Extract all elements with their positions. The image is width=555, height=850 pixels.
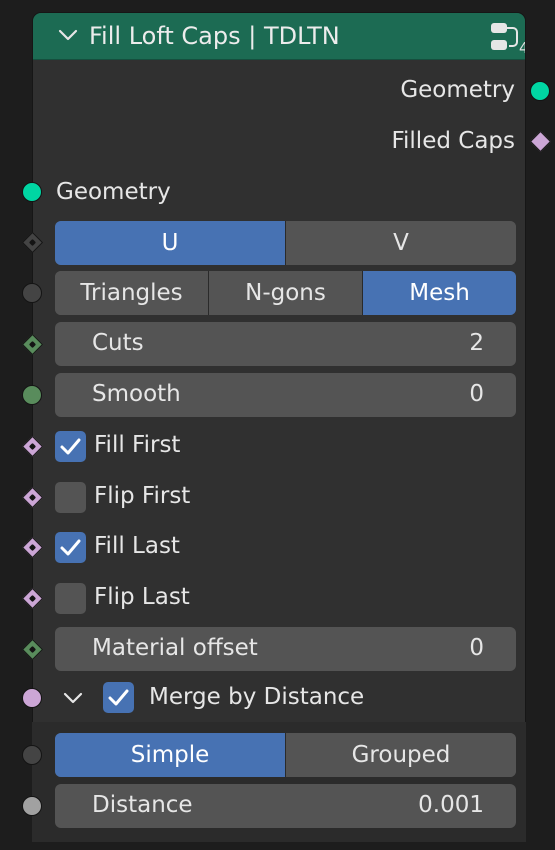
fill-last-label: Fill Last (94, 533, 180, 559)
merge-mode-selector[interactable]: Simple Grouped (55, 733, 516, 777)
socket-dot (28, 493, 37, 502)
smooth-label: Smooth (92, 381, 181, 407)
chevron-down-icon[interactable] (62, 690, 84, 706)
smooth-field[interactable]: Smooth 0 (55, 373, 516, 417)
socket-dot (28, 645, 37, 654)
socket-dot (28, 238, 37, 247)
mode-socket[interactable] (22, 283, 42, 303)
mode-option-mesh[interactable]: Mesh (363, 271, 516, 315)
flip-last-label: Flip Last (94, 584, 190, 610)
material-offset-value: 0 (469, 635, 484, 661)
cuts-value: 2 (469, 330, 484, 356)
input-geometry-label: Geometry (56, 179, 171, 205)
distance-value: 0.001 (418, 792, 484, 818)
node-title: Fill Loft Caps | TDLTN (89, 22, 340, 50)
smooth-socket[interactable] (22, 385, 42, 405)
output-filled-caps-label: Filled Caps (391, 128, 515, 154)
chevron-down-icon[interactable] (57, 27, 79, 43)
checkmark-icon (60, 539, 81, 556)
fill-first-label: Fill First (94, 432, 181, 458)
direction-selector[interactable]: U V (55, 221, 516, 265)
direction-option-u[interactable]: U (55, 221, 286, 265)
fill-last-checkbox[interactable] (55, 532, 86, 563)
flip-first-label: Flip First (94, 483, 191, 509)
checkmark-icon (60, 438, 81, 455)
distance-label: Distance (92, 792, 193, 818)
cuts-field[interactable]: Cuts 2 (55, 322, 516, 366)
input-geometry-socket[interactable] (22, 182, 42, 202)
output-geometry-label: Geometry (400, 77, 515, 103)
merge-panel-label: Merge by Distance (149, 684, 365, 710)
smooth-value: 0 (469, 381, 484, 407)
merge-mode-socket[interactable] (22, 745, 42, 765)
output-filled-caps-socket[interactable] (529, 130, 552, 153)
checkmark-icon (108, 689, 129, 706)
mode-option-triangles[interactable]: Triangles (55, 271, 209, 315)
distance-socket[interactable] (22, 796, 42, 816)
mode-option-ngons[interactable]: N-gons (209, 271, 363, 315)
material-offset-field[interactable]: Material offset 0 (55, 627, 516, 671)
flip-last-checkbox[interactable] (55, 583, 86, 614)
merge-checkbox[interactable] (103, 682, 134, 713)
node-group-user-count: 4 (519, 39, 525, 57)
merge-mode-option-simple[interactable]: Simple (55, 733, 286, 777)
socket-dot (28, 543, 37, 552)
flip-first-checkbox[interactable] (55, 482, 86, 513)
node-header[interactable]: Fill Loft Caps | TDLTN 4 (33, 13, 525, 60)
material-offset-label: Material offset (92, 635, 258, 661)
output-geometry-socket[interactable] (530, 81, 550, 101)
direction-option-v[interactable]: V (286, 221, 516, 265)
merge-mode-option-grouped[interactable]: Grouped (286, 733, 516, 777)
socket-dot (28, 594, 37, 603)
cuts-label: Cuts (92, 330, 144, 356)
socket-dot (28, 340, 37, 349)
merge-socket[interactable] (22, 688, 42, 708)
distance-field[interactable]: Distance 0.001 (55, 784, 516, 828)
socket-dot (28, 442, 37, 451)
fill-first-checkbox[interactable] (55, 431, 86, 462)
mode-selector[interactable]: Triangles N-gons Mesh (55, 271, 516, 315)
node-group-icon[interactable] (489, 21, 519, 53)
